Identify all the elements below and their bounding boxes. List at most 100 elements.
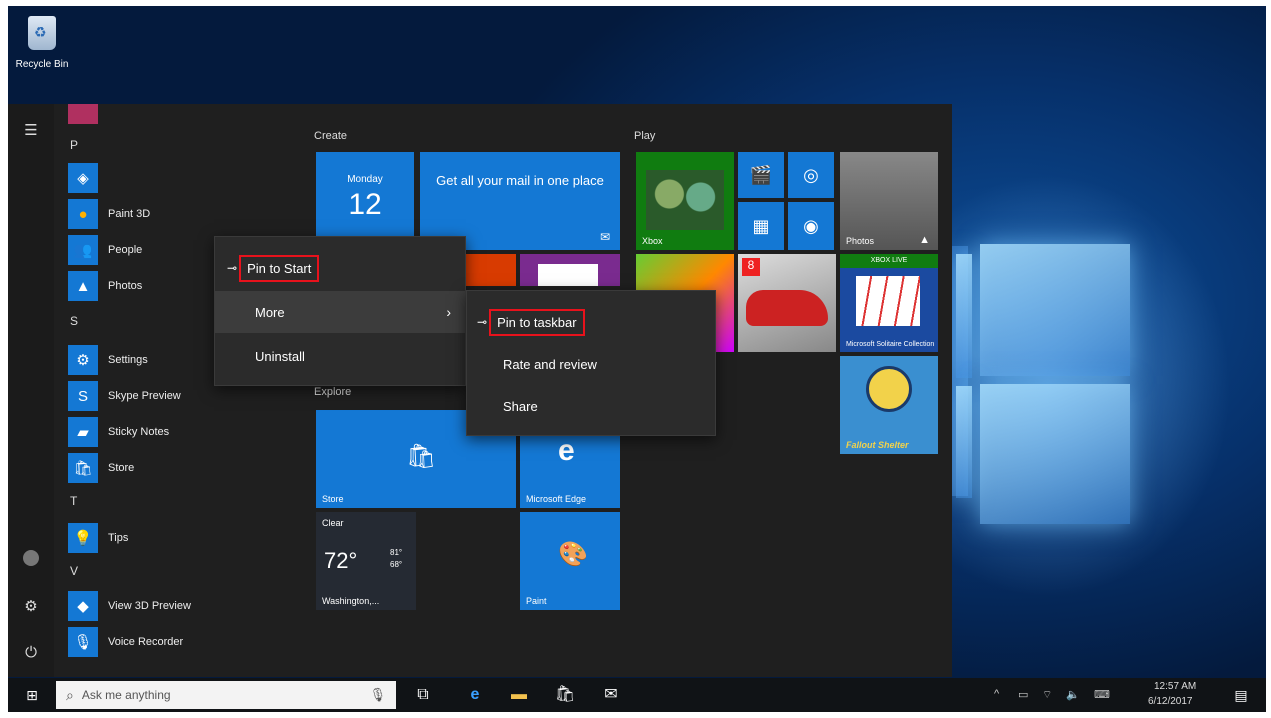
more-label: More: [255, 304, 285, 320]
app-item-voice-recorder[interactable]: 🎙 Voice Recorder: [68, 626, 288, 658]
weather-city: Washington,...: [322, 596, 380, 606]
clock-time[interactable]: 12:57 AM: [1154, 681, 1196, 692]
more-submenu: ⊸ Pin to taskbar Rate and review Share: [466, 290, 716, 436]
app-item-tips[interactable]: 💡 Tips: [68, 522, 288, 554]
app-label: People: [108, 244, 143, 256]
asphalt-badge-icon: 8: [742, 258, 760, 276]
onenote-preview-icon: [538, 264, 598, 286]
tile-fallout-label: Fallout Shelter: [846, 440, 909, 450]
search-box[interactable]: ⌕ Ask me anything 🎙: [56, 681, 396, 709]
app-item-partial-2[interactable]: ◈: [68, 162, 288, 194]
app-label: Photos: [108, 280, 143, 292]
desktop: Recycle Bin ☰ ⚙ ⏻ P ◈ ● Paint 3D 👥 Peopl…: [8, 6, 1266, 712]
microphone-icon[interactable]: 🎙: [369, 687, 386, 703]
mail-text: Get all your mail in one place: [436, 173, 604, 188]
start-rail: ☰ ⚙ ⏻: [8, 104, 54, 677]
app-label: View 3D Preview: [108, 600, 191, 612]
tile-asphalt[interactable]: 8: [738, 254, 836, 352]
tile-fallout[interactable]: Fallout Shelter: [840, 356, 938, 454]
section-letter-s[interactable]: S: [70, 314, 78, 328]
pin-icon: ⊸: [227, 261, 238, 275]
tile-paint-label: Paint: [526, 596, 547, 606]
paint-icon: ●: [68, 199, 98, 229]
logo-pane-bottom-left: [956, 386, 972, 498]
menu-item-uninstall[interactable]: Uninstall: [215, 335, 465, 377]
group-title-explore[interactable]: Explore: [314, 386, 351, 398]
section-letter-p[interactable]: P: [70, 138, 78, 152]
tray-chevron-icon[interactable]: ^: [994, 688, 999, 700]
weather-lo: 68°: [390, 560, 403, 569]
edge-icon: e: [558, 434, 575, 467]
tile-solitaire[interactable]: XBOX LIVE Microsoft Solitaire Collection: [840, 254, 938, 352]
tile-calculator[interactable]: ▦: [738, 202, 784, 250]
weather-temp: 72°: [324, 548, 358, 573]
taskbar-pin-icon: ⊸: [477, 315, 488, 329]
store-taskbar-icon[interactable]: 🛍: [554, 684, 576, 706]
tile-photos-label: Photos: [846, 236, 875, 246]
recycle-bin[interactable]: Recycle Bin: [12, 10, 72, 82]
tile-paint[interactable]: 🎨 Paint: [520, 512, 620, 610]
weather-hi: 81°: [390, 548, 403, 557]
vault-boy-image: [866, 366, 912, 412]
film-icon: 🎬: [749, 165, 773, 185]
pin-to-taskbar-label: Pin to taskbar: [489, 308, 585, 336]
chevron-right-icon: ›: [446, 304, 451, 320]
tile-groove[interactable]: ◎: [788, 152, 834, 198]
xbox-live-banner: XBOX LIVE: [840, 254, 938, 268]
logo-pane-top-right: [980, 244, 1130, 376]
section-letter-t[interactable]: T: [70, 494, 77, 508]
tray-network-icon[interactable]: ⌔: [1042, 688, 1052, 702]
tray-battery-icon[interactable]: ▭: [1018, 688, 1028, 701]
group-title-play[interactable]: Play: [634, 130, 655, 142]
taskbar: ⊞ ⌕ Ask me anything 🎙 ⧉ e ▬ 🛍 ✉ ^ ▭ ⌔ 🔈 …: [8, 678, 1266, 712]
calendar-date: 12: [348, 188, 382, 221]
paint-palette-icon: 🎨: [558, 541, 588, 568]
settings-gear-icon[interactable]: ⚙: [20, 596, 42, 618]
people-icon: 👥: [68, 235, 98, 265]
app-label: Sticky Notes: [108, 426, 170, 438]
mail-taskbar-icon[interactable]: ✉: [600, 684, 622, 706]
menu-item-pin-to-taskbar[interactable]: ⊸ Pin to taskbar: [467, 301, 715, 343]
hamburger-menu-icon[interactable]: ☰: [20, 120, 42, 142]
app-item-sticky-notes[interactable]: ▰ Sticky Notes: [68, 416, 288, 448]
action-center-icon[interactable]: ▤: [1230, 684, 1252, 706]
section-letter-v[interactable]: V: [70, 564, 78, 578]
group-title-create[interactable]: Create: [314, 130, 347, 142]
store-icon: 🛍: [68, 453, 98, 483]
cards-image: [856, 276, 920, 326]
skype-icon: S: [68, 381, 98, 411]
menu-item-pin-to-start[interactable]: ⊸ Pin to Start: [215, 247, 465, 289]
menu-item-share[interactable]: Share: [467, 385, 715, 427]
tile-photos[interactable]: Photos ▲: [840, 152, 938, 250]
app-item-view3d[interactable]: ◆ View 3D Preview: [68, 590, 288, 622]
tile-camera[interactable]: ◉: [788, 202, 834, 250]
user-avatar-icon[interactable]: [23, 550, 39, 566]
pin-to-start-label: Pin to Start: [239, 254, 320, 282]
app-icon: [68, 104, 98, 124]
tile-onenote[interactable]: [520, 254, 620, 286]
clock-date[interactable]: 6/12/2017: [1148, 696, 1193, 707]
app-item-partial[interactable]: [68, 98, 288, 130]
recycle-bin-icon: [28, 16, 56, 50]
power-icon[interactable]: ⏻: [20, 642, 42, 664]
search-placeholder: Ask me anything: [81, 688, 171, 702]
edge-taskbar-icon[interactable]: e: [464, 684, 486, 706]
tile-movies[interactable]: 🎬: [738, 152, 784, 198]
task-view-icon[interactable]: ⧉: [412, 684, 434, 706]
windows-start-icon[interactable]: ⊞: [21, 684, 43, 706]
app-label: Store: [108, 462, 135, 474]
app-item-store[interactable]: 🛍 Store: [68, 452, 288, 484]
weather-title: Clear: [322, 518, 344, 528]
search-icon: ⌕: [66, 686, 74, 703]
photos-tile-icon: ▲: [919, 234, 930, 246]
file-explorer-icon[interactable]: ▬: [508, 684, 530, 706]
app-item-paint3d[interactable]: ● Paint 3D: [68, 198, 288, 230]
app-list: P ◈ ● Paint 3D 👥 People ▲ Photos S ⚙ Set…: [54, 104, 294, 677]
tray-keyboard-icon[interactable]: ⌨: [1094, 688, 1110, 701]
tray-volume-icon[interactable]: 🔈: [1066, 688, 1080, 701]
tile-xbox[interactable]: Xbox: [636, 152, 734, 250]
menu-item-rate-review[interactable]: Rate and review: [467, 343, 715, 385]
uninstall-label: Uninstall: [255, 348, 305, 364]
menu-item-more[interactable]: More ›: [215, 291, 465, 333]
tile-weather[interactable]: Clear 72° 81° 68° Washington,...: [316, 512, 416, 610]
